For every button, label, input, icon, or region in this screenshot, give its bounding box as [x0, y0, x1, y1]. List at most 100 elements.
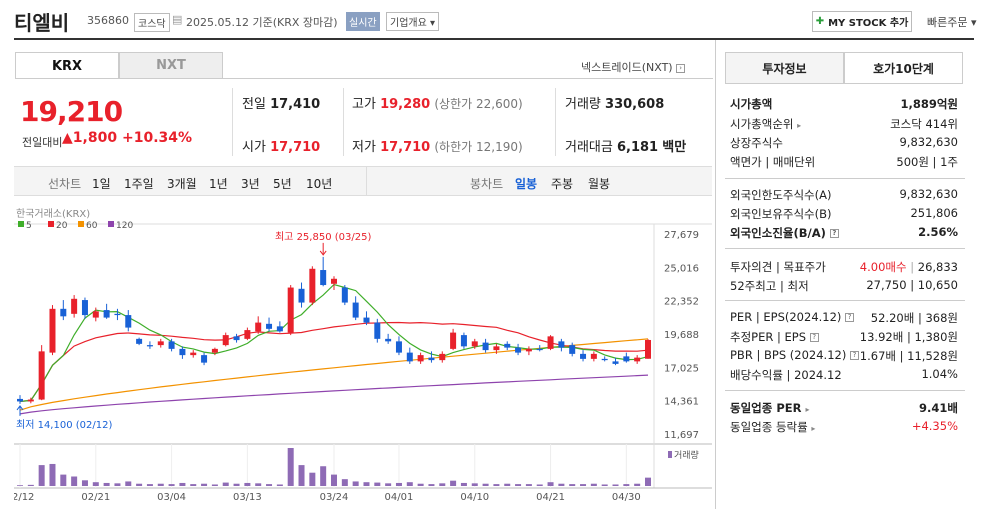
candle-body: [612, 361, 619, 364]
x-tick-label: 02/21: [81, 492, 110, 503]
volume-bar: [493, 484, 500, 486]
company-overview-button[interactable]: 기업개요 ▾: [386, 12, 440, 31]
help-icon[interactable]: ?: [845, 313, 855, 322]
legend-swatch: [18, 221, 24, 227]
candle-body: [536, 348, 543, 351]
market-cap-rank-row[interactable]: 시가총액순위 ▸ 코스닥 414위: [730, 116, 958, 132]
candle-body: [428, 357, 435, 361]
nxt-link[interactable]: 넥스트레이드(NXT) ›: [581, 59, 686, 75]
help-icon[interactable]: ?: [849, 351, 859, 360]
candle-body: [276, 326, 283, 332]
volume-bar: [395, 482, 402, 486]
chart-toolbar: 선차트 1일 1주일 3개월 1년 3년 5년 10년 봉차트 일봉 주봉 월봉: [14, 166, 712, 196]
candle-body: [417, 355, 424, 362]
candle-body: [255, 322, 262, 332]
volume-bar: [233, 483, 240, 486]
candle-body: [92, 311, 99, 318]
candle-body: [60, 308, 67, 317]
candle-body: [168, 341, 175, 349]
volume-bar: [211, 484, 218, 486]
candle-body: [515, 347, 522, 353]
candle-body: [406, 352, 413, 362]
period-3y[interactable]: 3년: [241, 175, 260, 192]
volume-bar: [439, 483, 446, 486]
change-percent: +10.34%: [122, 130, 193, 146]
volume-bar: [114, 483, 121, 486]
y-tick-label: 11,697: [664, 430, 699, 441]
legend-label: 60: [86, 221, 98, 231]
candle-monthly[interactable]: 월봉: [588, 175, 610, 192]
tab-invest-info[interactable]: 투자정보: [725, 52, 844, 84]
mystock-add-button[interactable]: ✚ MY STOCK 추가: [812, 11, 912, 32]
sector-rate-row[interactable]: 동일업종 등락률 ▸ +4.35%: [730, 419, 958, 435]
candle-body: [287, 287, 294, 333]
listed-shares-row: 상장주식수 9,832,630: [730, 135, 958, 150]
volume-bar: [146, 484, 153, 486]
tab-nxt[interactable]: NXT: [119, 52, 223, 79]
period-5y[interactable]: 5년: [273, 175, 292, 192]
pbr-bps-row: PBR | BPS (2024.12) ? 1.67배 | 11,528원: [730, 348, 958, 363]
market-tag: 코스닥: [134, 13, 170, 32]
volume-bar: [320, 466, 327, 486]
candle-body: [103, 310, 110, 318]
up-triangle-icon: ▲: [62, 130, 73, 146]
open-price: 시가 17,710: [242, 140, 321, 155]
candle-body: [27, 399, 34, 402]
candle-body: [471, 341, 478, 347]
y-tick-label: 22,352: [664, 297, 699, 308]
stock-name: 티엘비: [14, 11, 70, 35]
quote-divider: [555, 88, 556, 156]
arrow-icon: ›: [676, 63, 686, 73]
volume-bar: [49, 463, 56, 486]
x-tick-label: 03/04: [157, 492, 186, 503]
volume-bar: [244, 482, 251, 486]
ma-line-5: [19, 283, 649, 402]
period-3m[interactable]: 3개월: [167, 175, 197, 192]
volume-bar: [385, 483, 392, 486]
volume-bar: [341, 479, 348, 486]
exchange-tabs: KRX NXT: [15, 52, 223, 79]
volume-bar: [515, 484, 522, 486]
quick-order-link[interactable]: 빠른주문 ▾: [927, 14, 977, 30]
volume-bar: [547, 482, 554, 486]
tab-orderbook[interactable]: 호가10단계: [844, 52, 963, 84]
help-icon[interactable]: ?: [829, 229, 839, 238]
volume-bar: [331, 474, 337, 486]
price-chart[interactable]: 한국거래소(KRX)5 20 60 120 27,679 25,016 22,352 19,6…: [14, 200, 712, 509]
foreign-ratio-row: 외국인소진율(B/A) ? 2.56%: [730, 225, 958, 240]
candle-body: [125, 315, 132, 328]
candle-weekly[interactable]: 주봉: [551, 175, 573, 192]
volume-bar: [504, 483, 511, 486]
volume-bar: [179, 482, 186, 486]
section-divider: [725, 390, 965, 391]
period-1y[interactable]: 1년: [209, 175, 228, 192]
volume-bar: [363, 482, 370, 486]
section-divider: [725, 248, 965, 249]
period-1w[interactable]: 1주일: [124, 175, 154, 192]
ma-line-20: [19, 321, 649, 402]
candle-body: [385, 338, 392, 342]
candle-body: [601, 358, 608, 361]
volume-bar: [81, 480, 88, 486]
tab-krx[interactable]: KRX: [15, 52, 119, 79]
candle-body: [547, 336, 554, 349]
y-tick-label: 17,025: [664, 363, 699, 374]
chevron-right-icon: ▸: [811, 424, 816, 433]
low-price: 저가 17,710 (하한가 12,190): [352, 140, 523, 155]
candle-daily[interactable]: 일봉: [515, 175, 537, 192]
volume-bar: [38, 465, 45, 486]
realtime-tag[interactable]: 실시간: [346, 12, 380, 31]
volume-bar: [406, 482, 413, 486]
volume-bar: [287, 448, 294, 486]
52week-row: 52주최고 | 최저 27,750 | 10,650: [730, 278, 958, 293]
candle-body: [136, 338, 143, 344]
period-10y[interactable]: 10년: [306, 175, 332, 192]
volume-bar: [309, 472, 316, 486]
help-icon[interactable]: ?: [809, 333, 819, 342]
period-1d[interactable]: 1일: [92, 175, 111, 192]
x-tick-label: 04/21: [536, 492, 565, 503]
volume-bar: [276, 484, 283, 486]
volume-legend-swatch: [668, 451, 672, 458]
sector-per-row[interactable]: 동일업종 PER ▸ 9.41배: [730, 400, 958, 416]
change-value: ▲1,800: [62, 130, 118, 146]
